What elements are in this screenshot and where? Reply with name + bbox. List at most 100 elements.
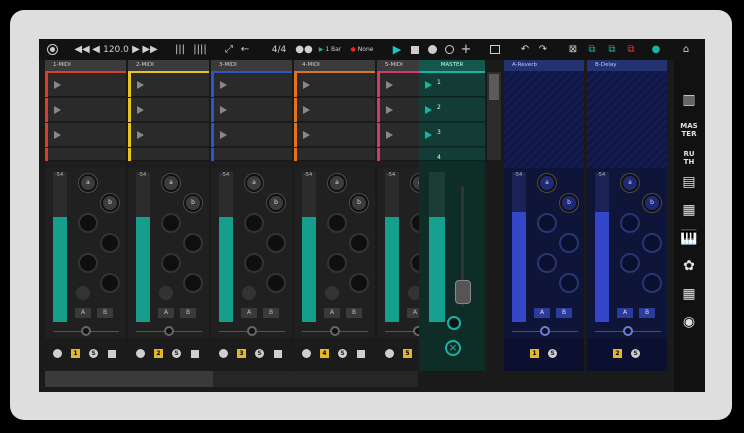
device-view-icon[interactable]: ✿ [680, 259, 698, 280]
send-b-knob[interactable]: b [560, 194, 578, 212]
stop-clip-button[interactable] [108, 350, 116, 358]
rewind-icon[interactable]: ◀◀ [74, 39, 89, 60]
crossfade-a-button[interactable]: A [534, 308, 550, 318]
drum-pad-icon[interactable]: ▦ [680, 203, 698, 224]
return-meter[interactable] [595, 172, 609, 322]
device-knob[interactable] [327, 213, 347, 233]
return-header[interactable]: A-Reverb [504, 60, 584, 71]
send-b-knob[interactable]: b [350, 194, 368, 212]
device-knob[interactable] [410, 213, 419, 233]
pan-knob[interactable] [247, 326, 257, 336]
send-a-knob[interactable]: a [411, 174, 419, 192]
crossfade-a-button[interactable]: A [158, 308, 174, 318]
track-number-button[interactable]: 1 [71, 349, 80, 358]
scene-launch[interactable]: 2 [419, 98, 485, 122]
volume-meter[interactable] [136, 172, 150, 322]
record-icon[interactable] [426, 39, 438, 60]
send-a-knob[interactable]: a [328, 174, 346, 192]
clip-view-icon[interactable]: ▤ [680, 175, 698, 196]
device-knob[interactable] [349, 273, 369, 293]
arm-button[interactable] [385, 349, 394, 358]
expand-icon[interactable]: ⤢ [223, 39, 235, 60]
rec-mode-selector[interactable]: ● None [349, 39, 375, 60]
clip-slot[interactable] [294, 73, 375, 97]
clip-play-icon[interactable] [54, 131, 61, 139]
duplicate-icon[interactable]: ⧉ [605, 39, 619, 60]
device-knob[interactable] [100, 233, 120, 253]
tap-tempo-icon[interactable]: ||| [173, 39, 187, 60]
track-header[interactable]: 1-MIDI [45, 60, 126, 71]
clip-play-icon[interactable] [220, 131, 227, 139]
crossfade-a-button[interactable]: A [241, 308, 257, 318]
scene-play-icon[interactable] [425, 81, 432, 89]
loop-icon[interactable]: ●● [295, 39, 313, 60]
track-knob-inactive[interactable] [159, 286, 173, 300]
pan-knob[interactable] [330, 326, 340, 336]
capture-icon[interactable] [489, 39, 501, 60]
clip-slot[interactable] [294, 98, 375, 122]
arm-button[interactable] [53, 349, 62, 358]
solo-button[interactable]: S [631, 349, 640, 358]
track-number-button[interactable]: 5 [403, 349, 412, 358]
clip-play-icon[interactable] [54, 81, 61, 89]
device-knob[interactable] [161, 253, 181, 273]
device-knob[interactable] [266, 233, 286, 253]
stop-clip-button[interactable] [191, 350, 199, 358]
return-number-button[interactable]: 1 [530, 349, 539, 358]
scene-play-icon[interactable] [425, 106, 432, 114]
tempo-display[interactable]: 120.0 [102, 39, 130, 60]
device-knob[interactable] [410, 253, 419, 273]
clip-slot[interactable] [211, 73, 292, 97]
crossfade-a-button[interactable]: A [407, 308, 419, 318]
clip-play-icon[interactable] [386, 131, 393, 139]
tempo-down-icon[interactable]: ◀ [91, 39, 101, 60]
add-icon[interactable]: + [460, 39, 472, 60]
device-knob[interactable] [537, 253, 557, 273]
send-a-knob[interactable]: a [79, 174, 97, 192]
scene-play-icon[interactable] [425, 131, 432, 139]
device-knob[interactable] [327, 253, 347, 273]
metronome-icon[interactable]: |||| [192, 39, 208, 60]
solo-button[interactable]: S [255, 349, 264, 358]
delete-clip-icon[interactable]: ⊠ [567, 39, 579, 60]
crossfader-icon[interactable]: × [445, 340, 461, 356]
clip-play-icon[interactable] [303, 131, 310, 139]
send-b-knob[interactable]: b [101, 194, 119, 212]
device-knob[interactable] [349, 233, 369, 253]
home-icon[interactable]: ⌂ [679, 39, 693, 60]
return-meter[interactable] [512, 172, 526, 322]
track-knob-inactive[interactable] [242, 286, 256, 300]
arm-button[interactable] [302, 349, 311, 358]
device-knob[interactable] [559, 233, 579, 253]
tempo-up-icon[interactable]: ▶ [131, 39, 141, 60]
scene-launch[interactable]: 1 [419, 73, 485, 97]
redo-icon[interactable]: ↷ [537, 39, 549, 60]
track-header[interactable]: 5-MIDI [377, 60, 419, 71]
mixer-view-icon[interactable]: ▦ [680, 287, 698, 308]
stop-clip-button[interactable] [274, 350, 282, 358]
send-b-knob[interactable]: b [184, 194, 202, 212]
crossfade-b-button[interactable]: B [556, 308, 572, 318]
session-view-icon[interactable]: ▥ [680, 93, 698, 114]
track-knob-inactive[interactable] [325, 286, 339, 300]
track-knob-inactive[interactable] [408, 286, 419, 300]
send-a-knob[interactable]: a [621, 174, 639, 192]
device-knob[interactable] [266, 273, 286, 293]
crossfade-a-button[interactable]: A [617, 308, 633, 318]
record-arm-icon[interactable] [45, 39, 59, 60]
overdub-icon[interactable] [443, 39, 455, 60]
clear-icon[interactable]: ⧉ [624, 39, 638, 60]
clip-play-icon[interactable] [386, 81, 393, 89]
device-knob[interactable] [161, 213, 181, 233]
scene-launch[interactable]: 4 [419, 148, 485, 161]
scene-scrollbar[interactable] [487, 72, 501, 160]
device-knob[interactable] [183, 273, 203, 293]
clip-slot[interactable] [211, 98, 292, 122]
copy-clip-icon[interactable]: ⧉ [585, 39, 599, 60]
crossfade-b-button[interactable]: B [180, 308, 196, 318]
solo-button[interactable]: S [548, 349, 557, 358]
keyboard-icon[interactable]: 🎹 [680, 231, 698, 252]
time-signature[interactable]: 4/4 [269, 39, 289, 60]
device-knob[interactable] [642, 233, 662, 253]
track-knob-inactive[interactable] [76, 286, 90, 300]
